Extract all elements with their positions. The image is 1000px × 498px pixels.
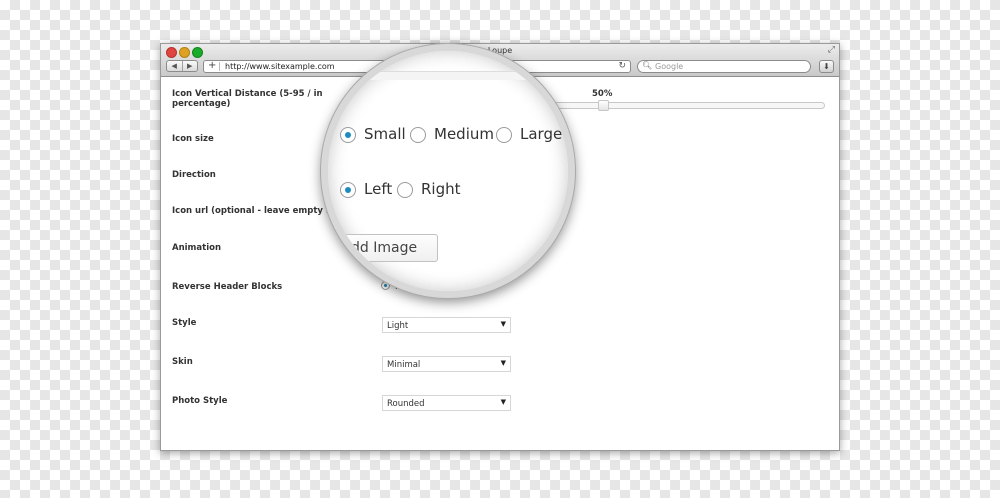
slider-handle[interactable] (598, 100, 609, 111)
reverse-header-label: Reverse Header Blocks (172, 282, 283, 292)
direction-radio-right[interactable] (397, 182, 413, 198)
photo-style-label: Photo Style (172, 396, 228, 406)
back-icon[interactable]: ◀ (167, 61, 183, 71)
direction-label: Direction (172, 170, 216, 180)
direction-option-left: Left (364, 180, 393, 198)
size-option-large: Large (520, 125, 563, 143)
direction-option-right: Right (421, 180, 461, 198)
size-option-small: Small (364, 125, 406, 143)
style-label: Style (172, 318, 197, 328)
magnified-slider-track (340, 71, 568, 80)
chevron-down-icon: ▼ (500, 320, 506, 328)
slider-value: 50% (592, 89, 613, 99)
size-radio-large[interactable] (496, 127, 512, 143)
download-icon[interactable]: ⬇ (819, 60, 834, 73)
icon-url-label: Icon url (optional - leave empty for (172, 206, 340, 216)
search-field[interactable]: 🔍︎ Google (637, 60, 811, 73)
size-radio-medium[interactable] (410, 127, 426, 143)
icon-size-label: Icon size (172, 134, 214, 144)
plus-icon[interactable]: + (208, 60, 216, 71)
reload-icon[interactable]: ↻ (618, 61, 626, 71)
size-option-medium: Medium (434, 125, 494, 143)
direction-radio-left[interactable] (340, 182, 356, 198)
url-divider (219, 62, 220, 71)
url-text[interactable]: http://www.sitexample.com (225, 62, 335, 71)
chevron-down-icon: ▼ (500, 398, 506, 406)
icon-vertical-distance-label: Icon Vertical Distance (5-95 / in percen… (172, 89, 323, 109)
style-select-value: Light (387, 321, 409, 331)
label-line-1: Icon Vertical Distance (5-95 / in (172, 89, 323, 99)
photo-style-select[interactable]: Rounded ▼ (382, 395, 511, 411)
skin-label: Skin (172, 357, 193, 367)
nav-buttons: ◀ ▶ (166, 60, 198, 72)
window-title: Loupe (487, 46, 513, 55)
add-image-button[interactable]: dd Image (340, 234, 438, 262)
skin-select-value: Minimal (387, 360, 421, 370)
photo-style-select-value: Rounded (387, 399, 425, 409)
search-placeholder: Google (655, 62, 684, 71)
animation-label: Animation (172, 243, 222, 253)
label-line-2: percentage) (172, 99, 231, 109)
size-radio-small[interactable] (340, 127, 356, 143)
fullscreen-icon[interactable]: ⤢ (828, 45, 835, 55)
style-select[interactable]: Light ▼ (382, 317, 511, 333)
search-icon: 🔍︎ (642, 61, 653, 70)
magnifier-loupe: Small Medium Large Left Right dd Image (321, 44, 575, 298)
skin-select[interactable]: Minimal ▼ (382, 356, 511, 372)
forward-icon[interactable]: ▶ (183, 61, 198, 71)
chevron-down-icon: ▼ (500, 359, 506, 367)
